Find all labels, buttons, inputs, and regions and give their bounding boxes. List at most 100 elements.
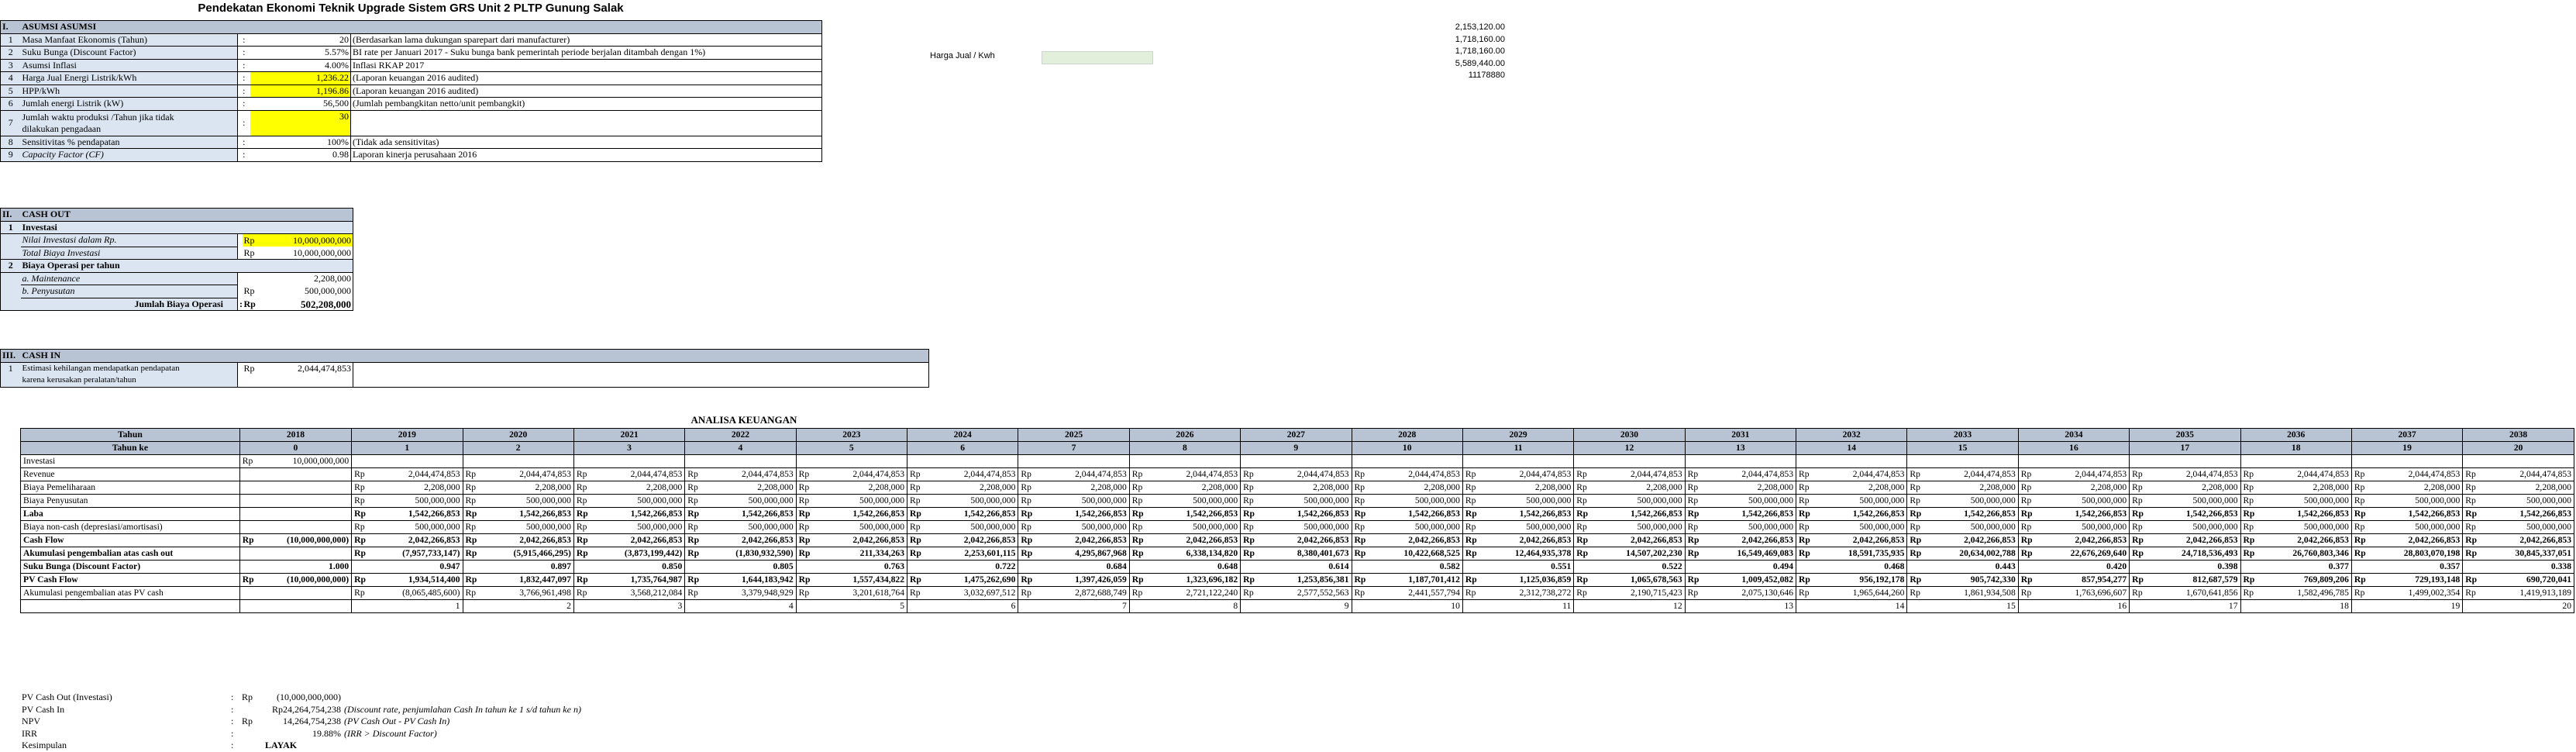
- cell-value: [1816, 454, 1908, 468]
- cell-value: 1,542,266,853: [2482, 507, 2574, 521]
- cell-value: 0.398: [2129, 560, 2241, 574]
- year-index: 2: [462, 441, 574, 455]
- year-index-bottom: 4: [684, 599, 797, 613]
- cell-value: 1,582,496,785: [2261, 586, 2352, 600]
- summary-sep: :: [231, 703, 234, 715]
- cell-value: 2,441,557,794: [1372, 586, 1463, 600]
- cell-value: [1260, 454, 1352, 468]
- cell-value: 500,000,000: [816, 494, 908, 508]
- cell-rp: Rp: [2017, 467, 2039, 481]
- asumsi-row-label-line1: Jumlah waktu produksi /Tahun jika tidak: [22, 111, 174, 122]
- cell-value: 500,000,000: [2261, 494, 2352, 508]
- cell-rp: Rp: [462, 507, 484, 521]
- year-index-bottom: 8: [1128, 599, 1242, 613]
- cell-rp: Rp: [462, 520, 484, 534]
- cell-rp: Rp: [2350, 520, 2372, 534]
- asumsi-row-value[interactable]: 5.57%: [250, 46, 351, 60]
- cell-rp: Rp: [1684, 467, 1706, 481]
- cell-rp: Rp: [2129, 481, 2150, 495]
- asumsi-row-value[interactable]: 20: [250, 33, 351, 47]
- cell-rp: Rp: [2462, 547, 2483, 561]
- year-index: 5: [795, 441, 908, 455]
- cell-rp: Rp: [1796, 467, 1817, 481]
- cell-rp: Rp: [2129, 520, 2150, 534]
- nilai-investasi-value[interactable]: 10,000,000,000: [265, 233, 354, 247]
- year-header: 2032: [1796, 428, 1908, 442]
- cell-rp: Rp: [1128, 533, 1150, 547]
- cell-value: [816, 454, 908, 468]
- cell-value: 2,208,000: [483, 481, 574, 495]
- asumsi-table: I. ASUMSI ASUMSI 1 Masa Manfaat Ekonomis …: [0, 20, 823, 162]
- cashin-value: 2,044,474,853: [265, 362, 353, 374]
- cell-value: 2,208,000: [1372, 481, 1463, 495]
- cell-rp: Rp: [1018, 533, 1038, 547]
- asumsi-row-label: Asumsi Inflasi: [20, 59, 238, 72]
- cell-rp: [907, 454, 928, 468]
- tahun-header: Tahun: [20, 428, 240, 442]
- cell-rp: Rp: [795, 520, 817, 534]
- cell-value: 0.468: [1796, 560, 1908, 574]
- year-header: 2025: [1018, 428, 1130, 442]
- cell-value: 0.377: [2240, 560, 2352, 574]
- asumsi-row-num: 2: [0, 46, 21, 60]
- cell-value: 500,000,000: [1816, 494, 1908, 508]
- asumsi-row-value[interactable]: 100%: [250, 136, 351, 149]
- asumsi-row-note: (Jumlah pembangkitan netto/unit pembangk…: [350, 97, 823, 111]
- cell-value: 2,208,000: [2149, 481, 2241, 495]
- asumsi-row-value[interactable]: 4.00%: [250, 59, 351, 72]
- year-index: 1: [351, 441, 463, 455]
- asumsi-row-num: 4: [0, 71, 21, 85]
- year-index: 6: [907, 441, 1019, 455]
- asumsi-row-sep: :: [237, 85, 250, 98]
- cell-value: 2,042,266,853: [927, 533, 1019, 547]
- asumsi-row-value[interactable]: 1,236.22: [250, 71, 351, 85]
- asumsi-row-value[interactable]: 0.98: [250, 148, 351, 162]
- asumsi-row-sep: :: [237, 33, 250, 47]
- year-index-bottom: 6: [907, 599, 1019, 613]
- cell-value: 500,000,000: [704, 520, 797, 534]
- cell-value: 2,042,266,853: [2371, 533, 2464, 547]
- row-label: Laba: [20, 507, 240, 521]
- cell-value: 2,042,266,853: [1927, 533, 2019, 547]
- cell-value: 1,419,913,189: [2482, 586, 2574, 600]
- harga-jual-cell[interactable]: [1042, 51, 1153, 64]
- cell-rp: Rp: [1684, 520, 1706, 534]
- cell-rp: [1351, 454, 1372, 468]
- cell-value: 500,000,000: [2038, 520, 2130, 534]
- cell-rp: Rp: [2350, 494, 2372, 508]
- cell-rp: Rp: [1351, 507, 1372, 521]
- cell-value: 500,000,000: [1927, 494, 2019, 508]
- summary-label: PV Cash In: [22, 703, 65, 715]
- y0-rp: [239, 481, 260, 495]
- cell-value: 500,000,000: [2482, 494, 2574, 508]
- asumsi-row-note: [350, 110, 823, 136]
- cell-value: 500,000,000: [1372, 494, 1463, 508]
- cell-value: 1,861,934,508: [1927, 586, 2019, 600]
- asumsi-row-value[interactable]: 56,500: [250, 97, 351, 111]
- table-row: Cash Flow Rp (10,000,000,000) Rp 2,042,266,8…: [20, 533, 2574, 547]
- asumsi-row-note: (Berdasarkan lama dukungan sparepart dar…: [350, 33, 823, 47]
- asumsi-row-value[interactable]: 1,196.86: [250, 85, 351, 98]
- summary-label: PV Cash Out (Investasi): [22, 692, 112, 703]
- cell-rp: Rp: [351, 533, 372, 547]
- y0-rp: [239, 467, 260, 481]
- cell-value: 2,042,266,853: [1149, 533, 1242, 547]
- cell-value: 500,000,000: [1593, 494, 1686, 508]
- cell-value: 2,044,474,853: [371, 467, 463, 481]
- cell-value: [371, 454, 463, 468]
- cell-rp: Rp: [684, 481, 705, 495]
- nilai-investasi-label: Nilai Investasi dalam Rp.: [20, 233, 238, 247]
- row-label: Akumulasi pengembalian atas PV cash: [20, 586, 240, 600]
- cell-value: 1,542,266,853: [2149, 507, 2241, 521]
- cell-rp: Rp: [2017, 481, 2039, 495]
- cell-value: 16,549,469,083: [1705, 547, 1797, 561]
- cell-rp: Rp: [1240, 547, 1261, 561]
- y0-value: [260, 547, 353, 561]
- cell-rp: Rp: [1573, 481, 1594, 495]
- harga-jual-label: Harga Jual / Kwh: [930, 51, 995, 60]
- cashout-num: II.: [0, 208, 21, 222]
- cell-value: 2,044,474,853: [1927, 467, 2019, 481]
- cashin-rp: Rp: [243, 362, 255, 374]
- cell-rp: Rp: [1684, 507, 1706, 521]
- asumsi-row-value[interactable]: 30: [250, 110, 351, 136]
